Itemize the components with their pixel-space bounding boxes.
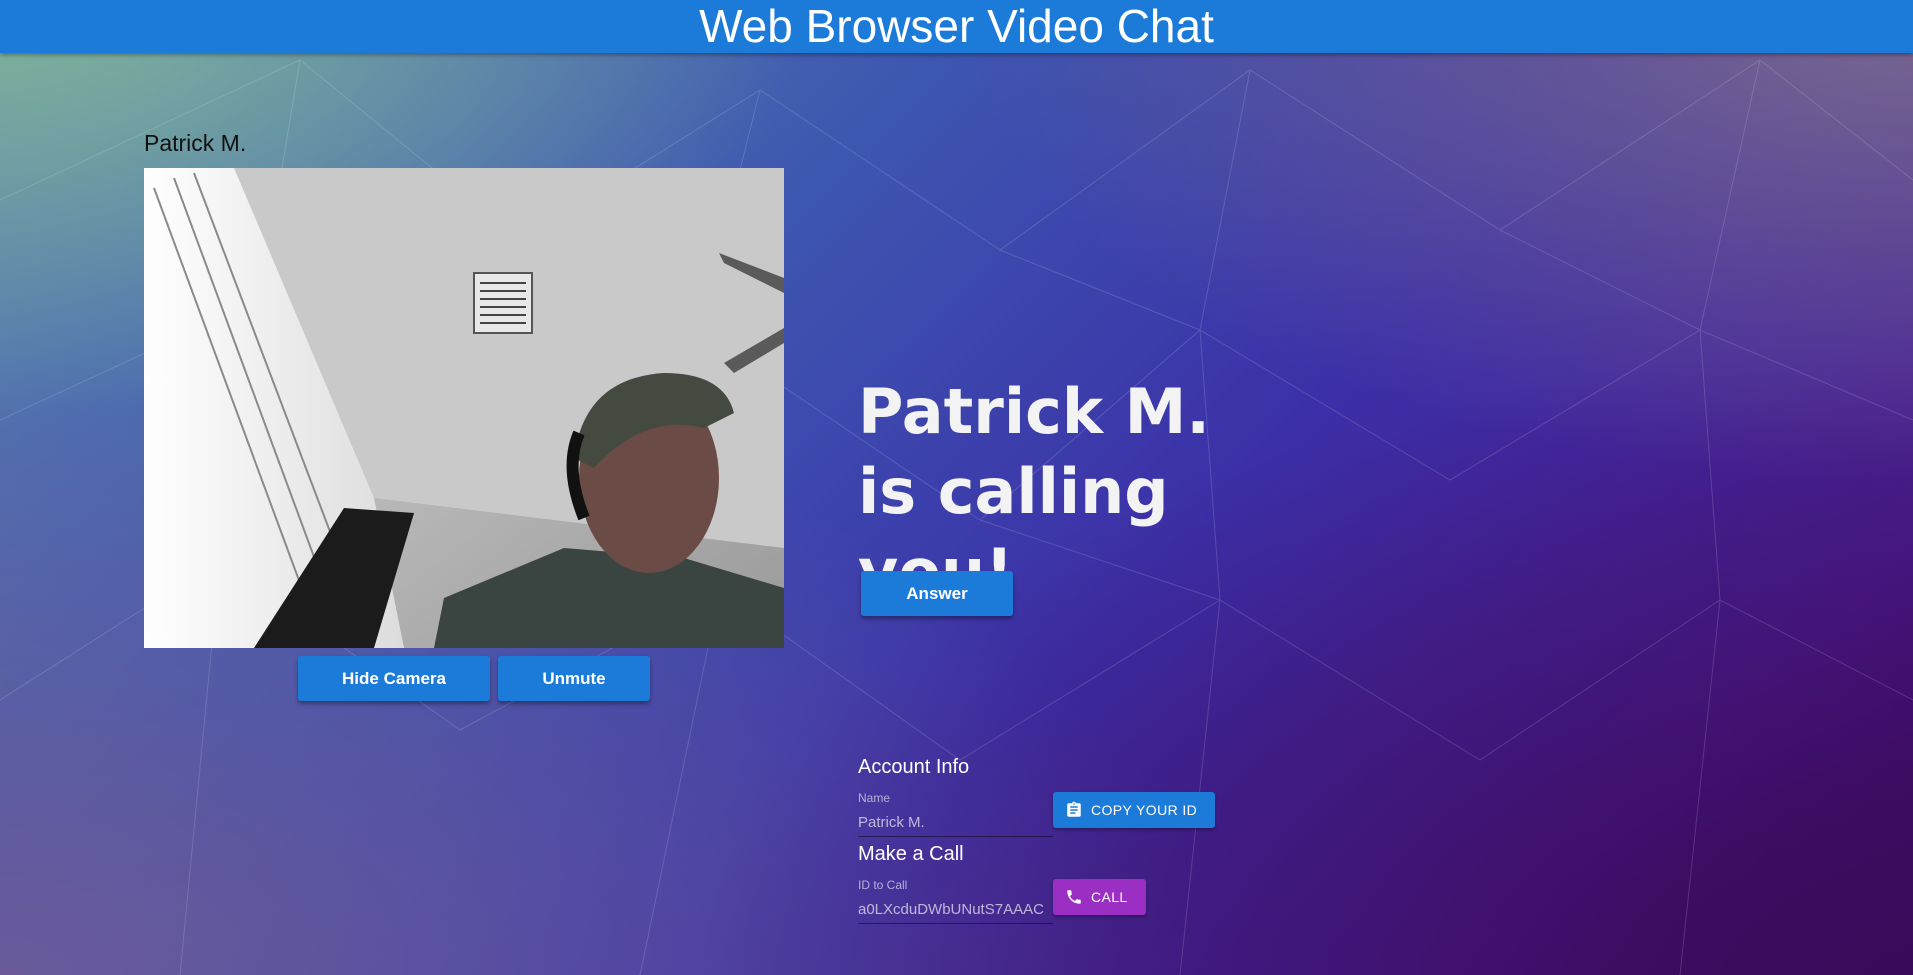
unmute-button[interactable]: Unmute [498, 656, 650, 701]
clipboard-icon [1065, 801, 1083, 819]
account-info-title: Account Info [858, 756, 970, 778]
call-button-label: CALL [1091, 889, 1128, 905]
local-video-feed [144, 168, 784, 648]
id-to-call-field[interactable]: a0LXcduDWbUNutS7AAAC [858, 897, 1053, 924]
local-video-label: Patrick M. [144, 130, 247, 156]
name-field-label: Name [858, 791, 891, 805]
name-field[interactable]: Patrick M. [858, 810, 1053, 837]
call-button[interactable]: CALL [1053, 879, 1146, 915]
make-a-call-title: Make a Call [858, 843, 964, 865]
answer-button[interactable]: Answer [861, 571, 1013, 616]
app-title: Web Browser Video Chat [699, 0, 1214, 52]
copy-your-id-button[interactable]: COPY YOUR ID [1053, 792, 1215, 828]
hide-camera-button[interactable]: Hide Camera [298, 656, 490, 701]
copy-your-id-label: COPY YOUR ID [1091, 802, 1198, 818]
phone-icon [1065, 888, 1083, 906]
app-header: Web Browser Video Chat [0, 0, 1913, 53]
id-to-call-label: ID to Call [858, 878, 908, 892]
